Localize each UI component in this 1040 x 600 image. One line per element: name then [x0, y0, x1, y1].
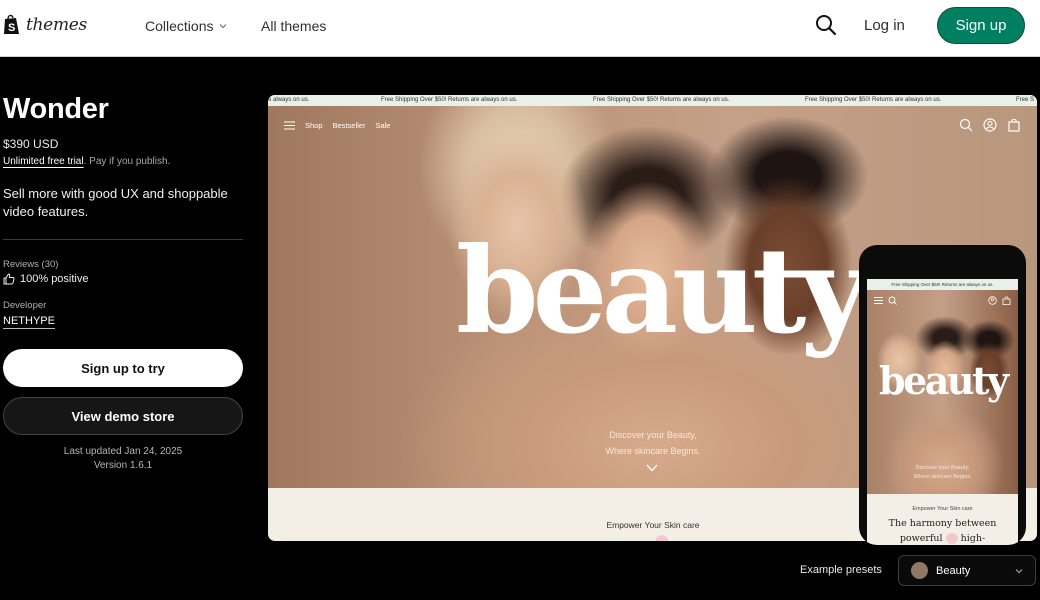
shopping-bag-icon: [1002, 296, 1011, 305]
hero-headline: beauty: [456, 221, 869, 360]
mobile-hero-image: beauty Discover your Beauty, Where skinc…: [867, 290, 1018, 494]
mobile-headline-line-1: The harmony between: [888, 518, 997, 529]
mobile-section-headline: The harmony between powerful high-: [867, 516, 1018, 545]
mobile-hero-tagline: Discover your Beauty, Where skincare Beg…: [867, 464, 1018, 482]
mobile-tagline-line-1: Discover your Beauty,: [915, 465, 970, 471]
theme-info-panel: Wonder $390 USD Unlimited free trial. Pa…: [3, 90, 243, 329]
developer-label: Developer: [3, 300, 47, 311]
preview-nav-bestseller: Bestseller: [332, 121, 366, 130]
login-link[interactable]: Log in: [864, 17, 905, 34]
last-updated: Last updated Jan 24, 2025: [63, 446, 183, 457]
search-icon: [888, 296, 897, 305]
theme-title: Wonder: [3, 93, 109, 125]
example-presets-label: Example presets: [800, 564, 882, 576]
mobile-hero-headline: beauty: [879, 358, 1009, 403]
section-label: Empower Your Skin care: [606, 520, 700, 530]
menu-icon: [874, 297, 883, 304]
svg-text:S: S: [8, 22, 15, 34]
search-icon: [959, 118, 973, 132]
shopify-themes-logo[interactable]: S themes: [3, 14, 87, 35]
announcement-text: Free Shipping Over $50! Returns are alwa…: [805, 97, 942, 103]
mobile-nav-left: [874, 296, 897, 305]
chevron-down-icon: [1015, 569, 1023, 574]
thumbs-up-icon: [3, 273, 15, 285]
mobile-headline-line-2: powerful high-: [867, 531, 1018, 545]
version: Version 1.6.1: [93, 460, 153, 471]
mobile-preview[interactable]: Free Shipping Over $50! Returns are alwa…: [859, 245, 1026, 545]
announcement-text: Free Shipping Over $50! Returns are alwa…: [381, 97, 518, 103]
mobile-headline-word: powerful: [899, 533, 943, 544]
preview-nav-shop: Shop: [305, 121, 323, 130]
mobile-headline-word: high-: [960, 533, 986, 544]
theme-description: Sell more with good UX and shoppable vid…: [3, 186, 228, 219]
hero-tagline: Discover your Beauty, Where skincare Beg…: [558, 427, 748, 459]
sign-up-to-try-button[interactable]: Sign up to try: [3, 349, 243, 387]
reviews-positive-text: 100% positive: [20, 273, 89, 285]
shopping-bag-icon: [1008, 118, 1020, 132]
announcement-bar: e always on us. Free Shipping Over $50! …: [268, 95, 1037, 106]
product-thumbnail: [945, 533, 958, 544]
hero-tagline-line-2: Where skincare Begins.: [605, 446, 701, 456]
mobile-section-label: Empower Your Skin care: [912, 506, 973, 512]
announcement-tail: Free S: [1016, 97, 1035, 103]
preview-nav-icons: [959, 118, 1021, 132]
search-icon[interactable]: [815, 14, 837, 36]
mobile-screen: Free Shipping Over $50! Returns are alwa…: [867, 279, 1018, 545]
preview-nav: Shop Bestseller Sale: [284, 121, 390, 130]
chevron-down-icon: [220, 24, 227, 29]
menu-icon: [284, 121, 295, 130]
view-demo-store-button[interactable]: View demo store: [3, 397, 243, 435]
preview-nav-sale: Sale: [375, 121, 391, 130]
chevron-down-icon: [646, 464, 658, 472]
update-info: Last updated Jan 24, 2025 Version 1.6.1: [3, 445, 243, 473]
account-icon: [988, 296, 997, 305]
reviews-label[interactable]: Reviews (30): [3, 259, 243, 270]
reviews-rating: 100% positive: [3, 273, 243, 285]
trial-info: Unlimited free trial. Pay if you publish…: [3, 156, 243, 167]
top-navigation: S themes Collections All themes Log in S…: [0, 0, 1040, 57]
free-trial-link[interactable]: Unlimited free trial: [3, 156, 84, 167]
theme-price: $390 USD: [3, 137, 59, 151]
preset-selected-value: Beauty: [936, 564, 971, 577]
preset-color-swatch: [911, 562, 928, 579]
signup-button[interactable]: Sign up: [937, 7, 1025, 44]
nav-all-themes[interactable]: All themes: [261, 18, 326, 34]
mobile-announcement-bar: Free Shipping Over $50! Returns are alwa…: [867, 279, 1018, 290]
nav-collections[interactable]: Collections: [145, 18, 227, 34]
product-thumbnail: [656, 535, 668, 541]
developer-link[interactable]: NETHYPE: [3, 315, 55, 329]
trial-note: . Pay if you publish.: [83, 156, 171, 167]
nav-collections-label: Collections: [145, 18, 214, 34]
mobile-nav-right: [988, 296, 1011, 305]
announcement-text: Free Shipping Over $50! Returns are alwa…: [593, 97, 730, 103]
divider: [3, 239, 243, 240]
hero-tagline-line-1: Discover your Beauty,: [609, 430, 697, 440]
shopify-bag-icon: S: [4, 14, 19, 34]
announcement-fragment: e always on us.: [268, 97, 310, 103]
preset-select[interactable]: Beauty: [898, 555, 1036, 586]
account-icon: [983, 118, 997, 132]
logo-text: themes: [26, 14, 87, 35]
mobile-tagline-line-2: Where skincare Begins.: [913, 474, 972, 480]
